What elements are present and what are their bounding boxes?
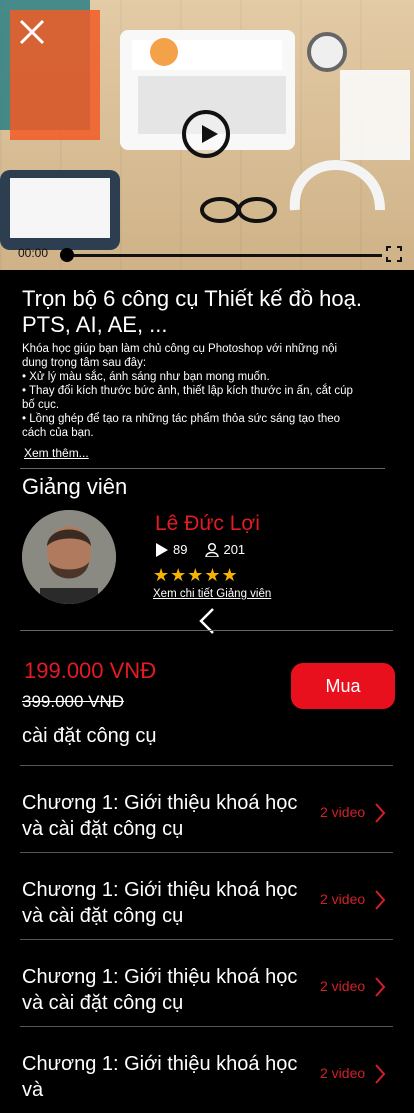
chevron-right-icon [375, 977, 386, 997]
description-line: Khóa học giúp bạn làm chủ công cụ Photos… [22, 343, 338, 369]
instructor-details-link[interactable]: Xem chi tiết Giảng viên [153, 588, 271, 600]
instructor-stats: 89 201 [155, 542, 245, 557]
description-line: • Xử lý màu sắc, ánh sáng như bạn mong m… [22, 371, 270, 383]
description-line: • Lồng ghép để tạo ra những tác phẩm thỏ… [22, 413, 341, 439]
chapter-item[interactable]: Chương 1: Giới thiệu khoá học và 2 video [20, 1026, 393, 1113]
instructor-section-title: Giảng viên [22, 474, 128, 499]
chapter-title: Chương 1: Giới thiệu khoá học và [22, 1053, 298, 1101]
divider [20, 468, 385, 469]
chapter-video-count: 2 video [320, 978, 366, 994]
student-count-value: 201 [223, 542, 246, 557]
course-title: Trọn bộ 6 công cụ Thiết kế đồ hoạ. PTS, … [22, 286, 363, 337]
chapter-title: Chương 1: Giới thiệu khoá học và cài đặt… [22, 966, 298, 1014]
student-count: 201 [205, 542, 245, 557]
video-progress-bar[interactable] [66, 254, 382, 257]
buy-button[interactable]: Mua [291, 663, 395, 709]
chapter-item[interactable]: Chương 1: Giới thiệu khoá học và cài đặt… [20, 939, 393, 1026]
play-button[interactable] [182, 110, 230, 158]
rating-stars: ★★★★★ [153, 565, 239, 585]
user-icon [205, 542, 220, 557]
chevron-right-icon [375, 803, 386, 823]
chapter-video-count: 2 video [320, 1065, 366, 1081]
original-price: 399.000 VNĐ [22, 692, 125, 711]
chapter-video-count: 2 video [320, 891, 366, 907]
chevron-right-icon [375, 1064, 386, 1084]
chevron-right-icon [375, 890, 386, 910]
video-seek-handle[interactable] [60, 248, 74, 262]
course-video-player[interactable]: 00:00 [0, 0, 414, 270]
chapter-title: Chương 1: Giới thiệu khoá học và cài đặt… [22, 879, 298, 927]
course-count-value: 89 [173, 542, 188, 557]
instructor-name[interactable]: Lê Đức Lợi [155, 512, 260, 536]
description-line: • Thay đổi kích thước bức ảnh, thiết lập… [22, 385, 353, 411]
chapter-item[interactable]: Chương 1: Giới thiệu khoá học và cài đặt… [20, 852, 393, 939]
chapter-video-count: 2 video [320, 804, 366, 820]
divider [20, 630, 393, 631]
close-icon[interactable] [18, 18, 46, 46]
course-description: Khóa học giúp bạn làm chủ công cụ Photos… [22, 342, 362, 440]
current-price: 199.000 VNĐ [24, 658, 157, 683]
course-count: 89 [155, 542, 187, 557]
instructor-avatar[interactable] [22, 510, 116, 604]
play-icon [156, 542, 168, 557]
chapter-item[interactable]: Chương 1: Giới thiệu khoá học và cài đặt… [20, 765, 393, 852]
chapter-title: Chương 1: Giới thiệu khoá học và cài đặt… [22, 792, 298, 840]
chapter-title-partial: cài đặt công cụ [22, 725, 157, 747]
see-more-link[interactable]: Xem thêm... [24, 446, 89, 460]
avatar-image [22, 510, 116, 604]
video-current-time: 00:00 [18, 246, 49, 260]
fullscreen-icon[interactable] [386, 246, 402, 262]
